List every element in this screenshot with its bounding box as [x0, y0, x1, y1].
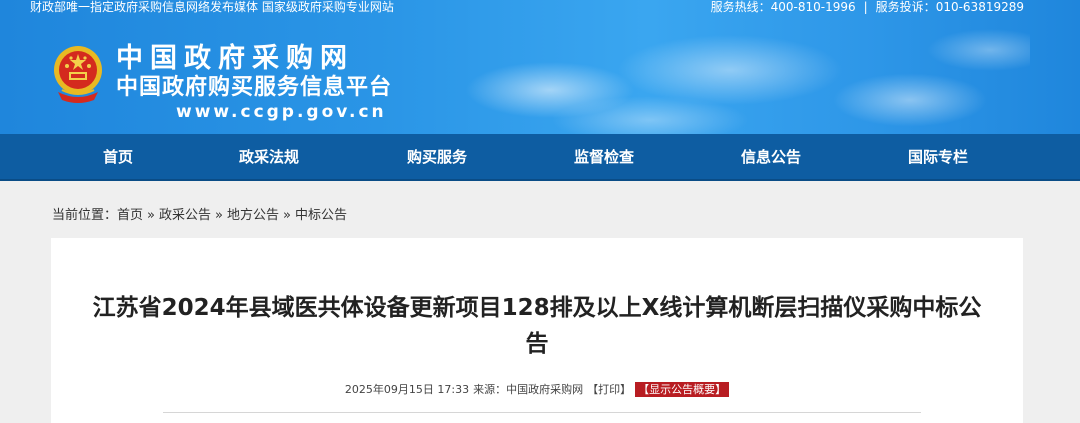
meta-divider [163, 412, 921, 413]
hotline-number: 400-810-1996 [770, 0, 856, 14]
show-summary-button[interactable]: 【显示公告概要】 [635, 382, 730, 397]
contact-separator: | [863, 0, 868, 14]
site-url: www.ccgp.gov.cn [176, 102, 387, 122]
print-link[interactable]: 【打印】 [587, 383, 631, 396]
nav-international[interactable]: 国际专栏 [908, 134, 968, 181]
national-emblem-icon[interactable] [52, 44, 104, 106]
source-label: 来源： [473, 383, 507, 396]
nav-purchase-services[interactable]: 购买服务 [407, 134, 467, 181]
complaint-number: 010-63819289 [935, 0, 1024, 14]
hotline-label: 服务热线： [710, 0, 771, 14]
breadcrumb-home[interactable]: 首页 [117, 208, 143, 223]
breadcrumb-separator: » [283, 208, 291, 223]
breadcrumb-separator: » [147, 208, 155, 223]
breadcrumb-local-notices[interactable]: 地方公告 [227, 208, 279, 223]
nav-supervision[interactable]: 监督检查 [574, 134, 634, 181]
site-name[interactable]: 中国政府采购网 [116, 44, 354, 74]
article-date: 2025年09月15日 17:33 [344, 383, 470, 396]
complaint-label: 服务投诉： [875, 0, 936, 14]
article-meta: 2025年09月15日 17:33 来源：中国政府采购网 【打印】 【显示公告概要】 [51, 382, 1023, 398]
breadcrumb: 当前位置：首页 » 政采公告 » 地方公告 » 中标公告 [52, 207, 347, 225]
nav-regulations[interactable]: 政采法规 [239, 134, 299, 181]
breadcrumb-award-notices[interactable]: 中标公告 [295, 208, 347, 223]
nav-home[interactable]: 首页 [103, 134, 133, 181]
article-card: 江苏省2024年县域医共体设备更新项目128排及以上X线计算机断层扫描仪采购中标… [51, 238, 1023, 423]
breadcrumb-separator: » [215, 208, 223, 223]
breadcrumb-procurement-notices[interactable]: 政采公告 [159, 208, 211, 223]
site-slogan: 财政部唯一指定政府采购信息网络发布媒体 国家级政府采购专业网站 [30, 0, 394, 14]
main-nav: 首页 政采法规 购买服务 监督检查 信息公告 国际专栏 [0, 134, 1080, 181]
nav-announcements[interactable]: 信息公告 [741, 134, 801, 181]
breadcrumb-prefix: 当前位置： [52, 208, 118, 223]
article-source: 中国政府采购网 [506, 383, 584, 396]
site-banner: 财政部唯一指定政府采购信息网络发布媒体 国家级政府采购专业网站 服务热线：400… [0, 0, 1080, 134]
service-contacts: 服务热线：400-810-1996 | 服务投诉：010-63819289 [711, 0, 1024, 16]
article-title: 江苏省2024年县域医共体设备更新项目128排及以上X线计算机断层扫描仪采购中标… [92, 295, 982, 357]
site-subname: 中国政府购买服务信息平台 [116, 75, 393, 100]
